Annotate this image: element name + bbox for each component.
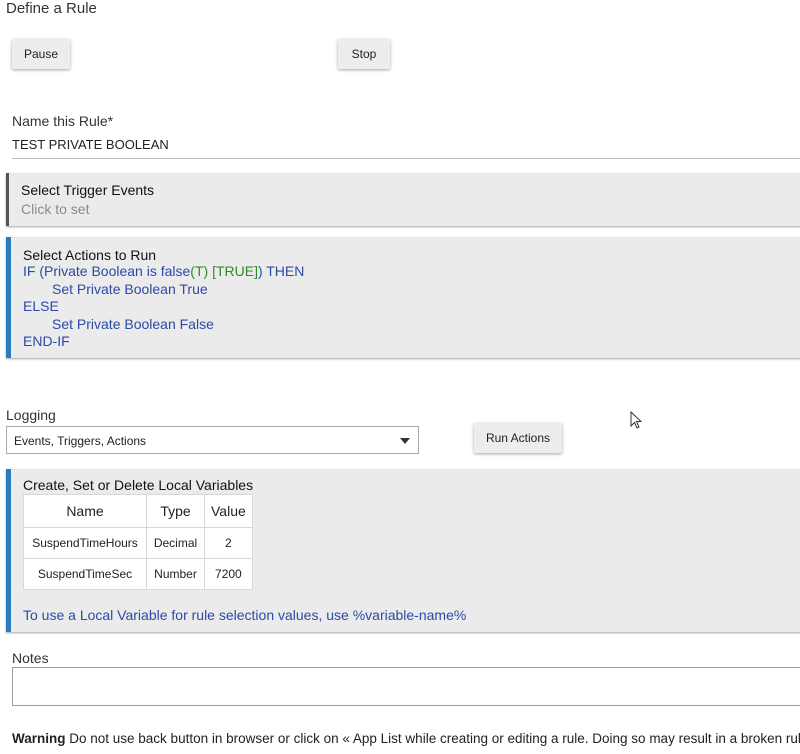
column-header-name: Name [23,494,147,528]
variable-type-cell: Number [146,558,205,590]
caret-down-icon [400,438,410,444]
action-if-truth: (T) [TRUE] [190,263,258,279]
warning-text: Do not use back button in browser or cli… [65,731,800,746]
logging-select[interactable]: Events, Triggers, Actions [6,426,419,454]
table-row[interactable]: SuspendTimeSec Number 7200 [23,558,253,590]
table-row[interactable]: SuspendTimeHours Decimal 2 [23,527,253,559]
actions-panel[interactable]: Select Actions to Run IF (Private Boolea… [6,237,800,358]
rule-name-label: Name this Rule* [12,113,114,129]
logging-selected-value: Events, Triggers, Actions [14,434,147,448]
action-else-line: ELSE [23,298,59,314]
variable-value-cell: 2 [204,527,253,559]
variable-name-cell[interactable]: SuspendTimeSec [23,558,147,590]
rule-name-underline [12,158,800,159]
variable-value-cell: 7200 [204,558,253,590]
rule-name-input[interactable]: TEST PRIVATE BOOLEAN [12,137,169,152]
notes-field[interactable] [12,667,800,706]
pause-button[interactable]: Pause [12,39,70,69]
local-variable-hint: To use a Local Variable for rule selecti… [23,607,467,623]
actions-title: Select Actions to Run [23,247,157,263]
action-else-action-line: Set Private Boolean False [52,316,214,332]
local-variables-title[interactable]: Create, Set or Delete Local Variables [23,477,253,493]
stop-button[interactable]: Stop [338,39,390,69]
trigger-events-panel[interactable]: Select Trigger Events Click to set [6,173,800,226]
trigger-events-hint: Click to set [21,201,90,217]
local-variables-table: Name Type Value SuspendTimeHours Decimal… [23,494,253,590]
column-header-type: Type [146,494,205,528]
action-if-suffix: ) THEN [257,263,305,279]
column-header-value: Value [204,494,253,528]
action-endif-line: END-IF [23,333,70,349]
variable-type-cell: Decimal [146,527,205,559]
warning-label: Warning [12,731,66,746]
logging-label: Logging [6,407,56,423]
trigger-events-title: Select Trigger Events [21,182,155,198]
notes-label: Notes [12,650,49,666]
mouse-pointer-icon [630,411,643,429]
action-then-line: Set Private Boolean True [52,281,208,297]
variable-name-cell[interactable]: SuspendTimeHours [23,527,147,559]
action-if-prefix: IF (Private Boolean is false [23,263,191,279]
page-title: Define a Rule [6,0,97,17]
run-actions-button[interactable]: Run Actions [474,423,562,453]
table-header-row: Name Type Value [23,494,253,528]
warning-message: Warning Do not use back button in browse… [12,731,800,746]
action-if-line: IF (Private Boolean is false(T) [TRUE]) … [23,263,304,281]
